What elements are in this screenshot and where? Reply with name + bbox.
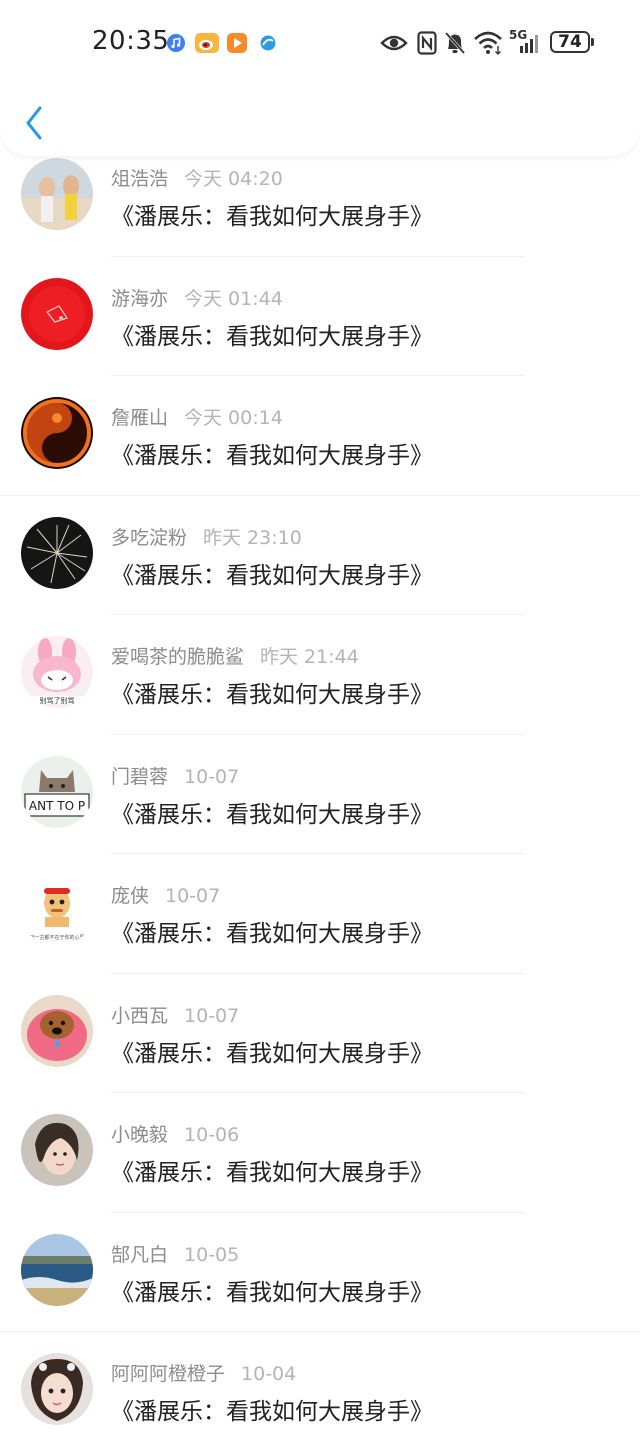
- comment-meta: 爱喝茶的脆脆鲨 昨天 21:44: [111, 642, 359, 669]
- svg-text:ANT TO P: ANT TO P: [29, 799, 85, 813]
- comment-text[interactable]: 《潘展乐：看我如何大展身手》: [111, 675, 433, 709]
- comment-meta: 阿阿阿橙橙子 10-04: [111, 1359, 296, 1386]
- avatar[interactable]: 别骂了别骂: [21, 636, 93, 708]
- comment-meta: 俎浩浩 今天 04:20: [111, 164, 283, 191]
- battery-tip: [591, 38, 594, 46]
- comment-text[interactable]: 《潘展乐：看我如何大展身手》: [111, 1153, 433, 1187]
- eye-icon: [380, 35, 408, 51]
- comment-row[interactable]: 郜凡白 10-05 《潘展乐：看我如何大展身手》: [0, 1213, 640, 1332]
- username[interactable]: 多吃淀粉: [111, 527, 187, 549]
- back-button[interactable]: [18, 100, 58, 146]
- username[interactable]: 庞侠: [111, 885, 149, 907]
- comment-text[interactable]: 《潘展乐：看我如何大展身手》: [111, 436, 433, 470]
- username[interactable]: 阿阿阿橙橙子: [111, 1363, 225, 1385]
- comment-meta: 游海亦 今天 01:44: [111, 284, 283, 311]
- comment-row[interactable]: 多吃淀粉 昨天 23:10 《潘展乐：看我如何大展身手》: [0, 496, 640, 615]
- username[interactable]: 俎浩浩: [111, 168, 168, 190]
- status-time: 20:35: [92, 26, 170, 56]
- comment-meta: 庞侠 10-07: [111, 881, 220, 908]
- comment-time: 10-06: [184, 1124, 240, 1146]
- comment-row[interactable]: 小西瓦 10-07 《潘展乐：看我如何大展身手》: [0, 974, 640, 1093]
- avatar[interactable]: [21, 1114, 93, 1186]
- comment-time: 今天 04:20: [184, 168, 283, 190]
- browser-app-icon: [260, 33, 276, 53]
- comment-time: 10-04: [241, 1363, 297, 1385]
- comment-text[interactable]: 《潘展乐：看我如何大展身手》: [111, 795, 433, 829]
- comment-row[interactable]: 别骂了别骂 爱喝茶的脆脆鲨 昨天 21:44 《潘展乐：看我如何大展身手》: [0, 615, 640, 735]
- avatar[interactable]: [21, 397, 93, 469]
- avatar[interactable]: [21, 1233, 93, 1306]
- comment-text[interactable]: 《潘展乐：看我如何大展身手》: [111, 1273, 433, 1307]
- comment-time: 10-07: [165, 885, 221, 907]
- comment-meta: 詹雁山 今天 00:14: [111, 403, 283, 430]
- comment-row[interactable]: ANT TO P 门碧蓉 10-07 《潘展乐：看我如何大展身手》: [0, 735, 640, 854]
- comment-row[interactable]: 詹雁山 今天 00:14 《潘展乐：看我如何大展身手》: [0, 376, 640, 496]
- username[interactable]: 郜凡白: [111, 1244, 168, 1266]
- comment-text[interactable]: 《潘展乐：看我如何大展身手》: [111, 317, 433, 351]
- avatar[interactable]: [21, 277, 93, 350]
- chevron-left-icon: [26, 106, 42, 140]
- wifi-icon: [474, 31, 502, 55]
- comment-text[interactable]: 《潘展乐：看我如何大展身手》: [111, 556, 433, 590]
- battery-level: 74: [558, 32, 582, 52]
- comment-list: 俎浩浩 今天 04:20 《潘展乐：看我如何大展身手》 游海亦 今天 01:44 《…: [0, 137, 640, 1452]
- svg-text:"日一古都不在于你的心里": "日一古都不在于你的心里": [27, 934, 87, 941]
- comment-text[interactable]: 《潘展乐：看我如何大展身手》: [111, 1392, 433, 1426]
- username[interactable]: 门碧蓉: [111, 766, 168, 788]
- comment-meta: 郜凡白 10-05: [111, 1240, 239, 1267]
- comment-time: 昨天 21:44: [260, 646, 359, 668]
- comment-time: 今天 01:44: [184, 287, 283, 310]
- comment-time: 10-07: [184, 765, 240, 788]
- comment-time: 今天 00:14: [184, 407, 283, 429]
- bell-muted-icon: [444, 31, 466, 55]
- comment-row[interactable]: 小晚毅 10-06 《潘展乐：看我如何大展身手》: [0, 1093, 640, 1213]
- comment-text[interactable]: 《潘展乐：看我如何大展身手》: [111, 197, 433, 231]
- avatar[interactable]: "日一古都不在于你的心里": [21, 875, 93, 947]
- username[interactable]: 小晚毅: [111, 1124, 168, 1146]
- video-app-icon: [227, 33, 247, 53]
- comment-row[interactable]: 阿阿阿橙橙子 10-04 《潘展乐：看我如何大展身手》: [0, 1332, 640, 1452]
- username[interactable]: 小西瓦: [111, 1005, 168, 1027]
- comment-meta: 多吃淀粉 昨天 23:10: [111, 523, 302, 550]
- battery-indicator: 74: [550, 31, 590, 53]
- comment-row[interactable]: "日一古都不在于你的心里" 庞侠 10-07 《潘展乐：看我如何大展身手》: [0, 854, 640, 974]
- svg-text:别骂了别骂: 别骂了别骂: [40, 696, 75, 705]
- avatar[interactable]: [21, 516, 93, 589]
- top-header: 20:35 5G 74: [0, 0, 640, 156]
- avatar[interactable]: [21, 1353, 93, 1425]
- comment-text[interactable]: 《潘展乐：看我如何大展身手》: [111, 914, 433, 948]
- signal-icon: [520, 35, 538, 53]
- nfc-icon: [417, 31, 437, 55]
- comment-row[interactable]: 游海亦 今天 01:44 《潘展乐：看我如何大展身手》: [0, 257, 640, 376]
- music-app-icon: [166, 33, 186, 53]
- username[interactable]: 詹雁山: [111, 407, 168, 429]
- username[interactable]: 游海亦: [111, 288, 168, 310]
- comment-meta: 小晚毅 10-06: [111, 1120, 239, 1147]
- comment-time: 10-07: [184, 1004, 240, 1027]
- weibo-app-icon: [195, 33, 219, 53]
- comment-text[interactable]: 《潘展乐：看我如何大展身手》: [111, 1034, 433, 1068]
- avatar[interactable]: ANT TO P: [21, 755, 93, 828]
- comment-time: 昨天 23:10: [203, 526, 302, 549]
- status-bar: 20:35 5G 74: [0, 0, 640, 88]
- username[interactable]: 爱喝茶的脆脆鲨: [111, 646, 244, 668]
- comment-time: 10-05: [184, 1243, 240, 1266]
- avatar[interactable]: [21, 158, 93, 230]
- comment-meta: 小西瓦 10-07: [111, 1001, 239, 1028]
- avatar[interactable]: [21, 994, 93, 1067]
- comment-meta: 门碧蓉 10-07: [111, 762, 239, 789]
